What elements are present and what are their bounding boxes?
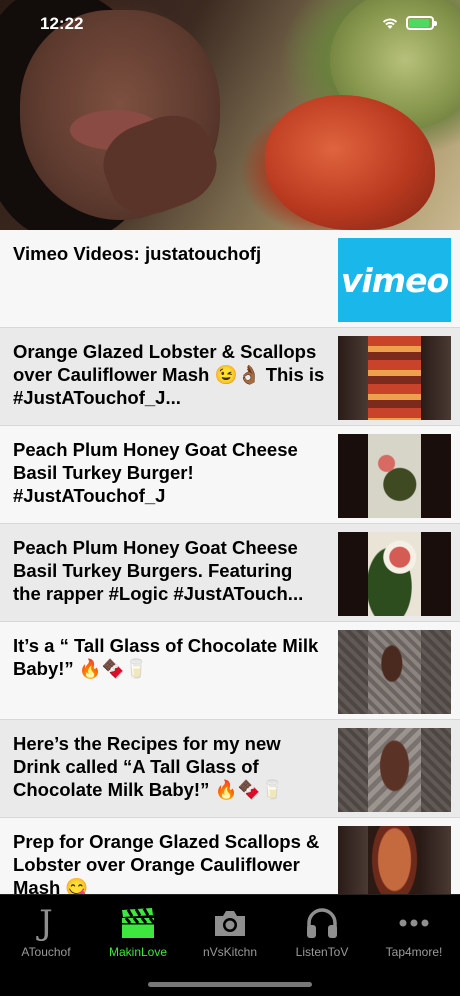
- clapperboard-icon: [122, 907, 156, 938]
- video-thumbnail: [338, 826, 451, 894]
- video-thumbnail: [338, 728, 451, 812]
- tab-tap4more[interactable]: Tap4more!: [368, 901, 460, 961]
- status-time: 12:22: [40, 14, 84, 33]
- video-title: Vimeo Videos: justatouchofj: [13, 243, 262, 264]
- video-title: Prep for Orange Glazed Scallops & Lobste…: [13, 831, 320, 894]
- tab-listentov[interactable]: ListenToV: [276, 901, 368, 961]
- tab-label: ListenToV: [295, 945, 349, 959]
- tab-label: nVsKitchn: [202, 945, 258, 959]
- list-item[interactable]: Prep for Orange Glazed Scallops & Lobste…: [0, 818, 460, 894]
- video-title: Orange Glazed Lobster & Scallops over Ca…: [13, 341, 325, 408]
- camera-icon: [215, 911, 245, 936]
- tab-label: Tap4more!: [385, 945, 443, 959]
- tab-atouchof[interactable]: J ATouchof: [0, 901, 92, 961]
- more-dots-icon: [399, 919, 429, 927]
- tab-label: ATouchof: [21, 945, 71, 959]
- list-item[interactable]: Peach Plum Honey Goat Cheese Basil Turke…: [0, 524, 460, 622]
- tab-label: MakinLove: [108, 945, 168, 959]
- list-item[interactable]: Here’s the Recipes for my new Drink call…: [0, 720, 460, 818]
- video-thumbnail: [338, 336, 451, 420]
- status-bar: 12:22: [0, 0, 460, 50]
- video-thumbnail: [338, 434, 451, 518]
- list-item[interactable]: Orange Glazed Lobster & Scallops over Ca…: [0, 328, 460, 426]
- list-item[interactable]: Vimeo Videos: justatouchofj vimeo: [0, 230, 460, 328]
- wifi-icon: [382, 18, 398, 29]
- video-title: It’s a “ Tall Glass of Chocolate Milk Ba…: [13, 635, 319, 679]
- list-item[interactable]: Peach Plum Honey Goat Cheese Basil Turke…: [0, 426, 460, 524]
- battery-icon: [406, 16, 437, 30]
- vimeo-logo-thumbnail: vimeo: [338, 238, 451, 322]
- video-title: Peach Plum Honey Goat Cheese Basil Turke…: [13, 439, 298, 506]
- list-item[interactable]: It’s a “ Tall Glass of Chocolate Milk Ba…: [0, 622, 460, 720]
- tab-nvskitchn[interactable]: nVsKitchn: [184, 901, 276, 961]
- video-thumbnail: [338, 630, 451, 714]
- video-title: Here’s the Recipes for my new Drink call…: [13, 733, 284, 800]
- video-thumbnail: [338, 532, 451, 616]
- video-list[interactable]: Vimeo Videos: justatouchofj vimeo Orange…: [0, 230, 460, 894]
- tab-makinlove[interactable]: MakinLove: [92, 901, 184, 961]
- j-letter-icon: J: [39, 903, 53, 943]
- vimeo-logo-text: vimeo: [340, 260, 449, 300]
- video-title: Peach Plum Honey Goat Cheese Basil Turke…: [13, 537, 304, 604]
- home-indicator[interactable]: [148, 982, 312, 987]
- tab-bar: J ATouchof MakinLove nVsKitchn ListenToV: [0, 894, 460, 996]
- headphones-icon: [307, 908, 337, 938]
